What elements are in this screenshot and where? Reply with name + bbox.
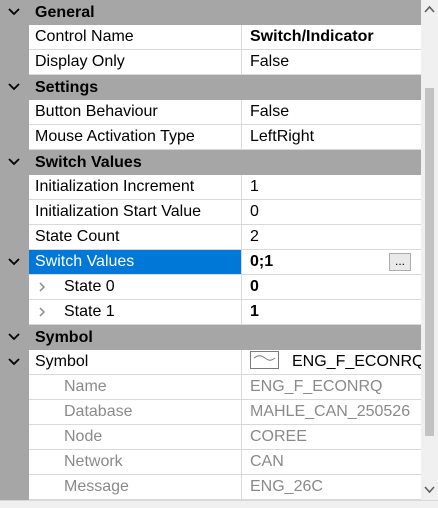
category-switch-values[interactable]: Switch Values: [0, 150, 421, 175]
property-value[interactable]: 1: [243, 300, 421, 324]
category-settings[interactable]: Settings: [0, 75, 421, 100]
property-value: COREE: [250, 428, 307, 445]
property-name: Name: [29, 375, 242, 399]
signal-symbol-icon: [250, 350, 279, 369]
property-row-symbol-database[interactable]: Database MAHLE_CAN_250526: [0, 400, 421, 425]
property-value[interactable]: LeftRight: [243, 125, 421, 149]
property-name: Display Only: [29, 50, 242, 74]
category-title: Symbol: [35, 329, 93, 346]
property-row-init-increment[interactable]: Initialization Increment 1: [0, 175, 421, 200]
scrollbar-thumb[interactable]: [425, 88, 434, 436]
scroll-up-arrow-icon[interactable]: [424, 5, 435, 13]
property-value[interactable]: 0: [243, 200, 421, 224]
symbol-value-text: ENG_F_ECONRQ: [292, 353, 421, 370]
property-value: CAN: [250, 453, 284, 470]
category-title: Switch Values: [35, 154, 142, 171]
property-row-button-behaviour[interactable]: Button Behaviour False: [0, 100, 421, 125]
property-row-symbol[interactable]: Symbol ENG_F_ECONRQ: [0, 350, 421, 375]
category-title: General: [35, 4, 95, 21]
chevron-down-icon[interactable]: [7, 355, 21, 369]
property-row-symbol-message[interactable]: Message ENG_26C: [0, 475, 421, 500]
chevron-down-icon[interactable]: [7, 155, 21, 169]
property-name: Database: [29, 400, 242, 424]
property-name: State 0: [29, 275, 242, 299]
property-grid: General Control Name Switch/Indicator Di…: [0, 0, 421, 500]
property-value[interactable]: 1: [243, 175, 421, 199]
property-name: State 1: [29, 300, 242, 324]
property-row-display-only[interactable]: Display Only False: [0, 50, 421, 75]
property-name: Initialization Start Value: [29, 200, 242, 224]
property-value[interactable]: 0: [243, 275, 421, 299]
property-row-mouse-activation[interactable]: Mouse Activation Type LeftRight: [0, 125, 421, 150]
property-value: ENG_26C: [250, 478, 323, 495]
property-row-state-0[interactable]: State 0 0: [0, 275, 421, 300]
property-name: Node: [29, 425, 242, 449]
property-name: Control Name: [29, 25, 242, 49]
property-name: Mouse Activation Type: [29, 125, 242, 149]
property-value[interactable]: ENG_F_ECONRQ: [243, 350, 421, 374]
category-general[interactable]: General: [0, 0, 421, 25]
property-row-symbol-name[interactable]: Name ENG_F_ECONRQ: [0, 375, 421, 400]
property-row-state-count[interactable]: State Count 2: [0, 225, 421, 250]
property-value: ENG_F_ECONRQ: [250, 378, 383, 395]
property-row-init-start[interactable]: Initialization Start Value 0: [0, 200, 421, 225]
property-value: MAHLE_CAN_250526: [250, 403, 411, 420]
horizontal-scrollbar[interactable]: [0, 500, 438, 508]
property-name: Switch Values: [29, 250, 242, 274]
property-name: Symbol: [29, 350, 242, 374]
property-row-switch-values[interactable]: Switch Values 0;1 ...: [0, 250, 421, 275]
category-title: Settings: [35, 79, 99, 96]
property-name: State Count: [29, 225, 242, 249]
chevron-down-icon[interactable]: [7, 5, 21, 19]
scroll-down-arrow-icon[interactable]: [424, 486, 435, 494]
property-name: Network: [29, 450, 242, 474]
property-value[interactable]: Switch/Indicator: [243, 25, 421, 49]
property-value[interactable]: False: [243, 50, 421, 74]
chevron-down-icon[interactable]: [7, 255, 21, 269]
property-row-symbol-node[interactable]: Node COREE: [0, 425, 421, 450]
property-row-control-name[interactable]: Control Name Switch/Indicator: [0, 25, 421, 50]
property-value[interactable]: False: [243, 100, 421, 124]
property-row-symbol-network[interactable]: Network CAN: [0, 450, 421, 475]
property-name: Button Behaviour: [29, 100, 242, 124]
vertical-scrollbar[interactable]: [421, 0, 438, 500]
property-name: Message: [29, 475, 242, 499]
ellipsis-button[interactable]: ...: [389, 253, 411, 271]
property-row-state-1[interactable]: State 1 1: [0, 300, 421, 325]
chevron-down-icon[interactable]: [7, 80, 21, 94]
category-symbol[interactable]: Symbol: [0, 325, 421, 350]
property-name: Initialization Increment: [29, 175, 242, 199]
chevron-down-icon[interactable]: [7, 330, 21, 344]
property-value[interactable]: 2: [243, 225, 421, 249]
